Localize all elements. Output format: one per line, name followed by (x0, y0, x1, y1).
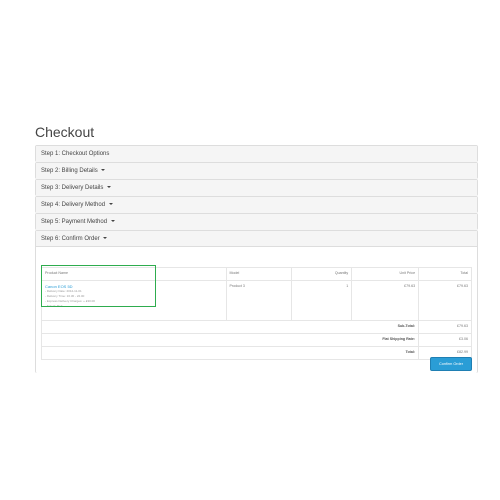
step-label: Step 1: Checkout Options (41, 151, 110, 157)
step-label: Step 3: Delivery Details (41, 185, 104, 191)
unit-price-cell: £79.63 (351, 280, 420, 321)
shipping-value: £3.06 (418, 333, 472, 347)
step-delivery-method-heading[interactable]: Step 4: Delivery Method (36, 197, 477, 213)
confirm-order-button[interactable]: Confirm Order (430, 357, 472, 371)
header-model: Model (225, 267, 293, 281)
total-cell: £79.63 (418, 280, 472, 321)
header-quantity: Quantity (291, 267, 353, 281)
shipping-label: Flat Shipping Rate: (40, 333, 420, 347)
step-delivery-details-heading[interactable]: Step 3: Delivery Details (36, 180, 477, 196)
caret-down-icon (103, 237, 108, 240)
step-delivery-method-panel: Step 4: Delivery Method (35, 196, 478, 213)
subtotal-row: Sub-Total: £79.63 (40, 320, 472, 334)
page-title: Checkout (35, 124, 95, 140)
step-billing-details-heading[interactable]: Step 2: Billing Details (36, 163, 477, 179)
caret-down-icon (107, 186, 112, 189)
step-delivery-details-panel: Step 3: Delivery Details (35, 179, 478, 196)
grand-total-label: Total: (40, 346, 420, 360)
caret-down-icon (101, 169, 106, 172)
grand-total-row: Total: £82.99 (40, 346, 472, 360)
subtotal-label: Sub-Total: (40, 320, 420, 334)
step-label: Step 5: Payment Method (41, 219, 108, 225)
step-label: Step 2: Billing Details (41, 168, 98, 174)
step-checkout-options-heading[interactable]: Step 1: Checkout Options (36, 146, 477, 162)
caret-down-icon (110, 220, 115, 223)
step-label: Step 6: Confirm Order (41, 236, 100, 242)
shipping-row: Flat Shipping Rate: £3.06 (40, 333, 472, 347)
product-options-highlight (41, 265, 156, 307)
model-cell: Product 3 (225, 280, 293, 321)
step-billing-details-panel: Step 2: Billing Details (35, 162, 478, 179)
caret-down-icon (108, 203, 113, 206)
step-label: Step 4: Delivery Method (41, 202, 106, 208)
step-confirm-order-heading[interactable]: Step 6: Confirm Order (36, 231, 477, 247)
subtotal-value: £79.63 (418, 320, 472, 334)
quantity-cell: 1 (291, 280, 353, 321)
header-unit-price: Unit Price (351, 267, 420, 281)
step-payment-method-panel: Step 5: Payment Method (35, 213, 478, 230)
header-total: Total (418, 267, 472, 281)
step-checkout-options-panel: Step 1: Checkout Options (35, 145, 478, 162)
step-payment-method-heading[interactable]: Step 5: Payment Method (36, 214, 477, 230)
